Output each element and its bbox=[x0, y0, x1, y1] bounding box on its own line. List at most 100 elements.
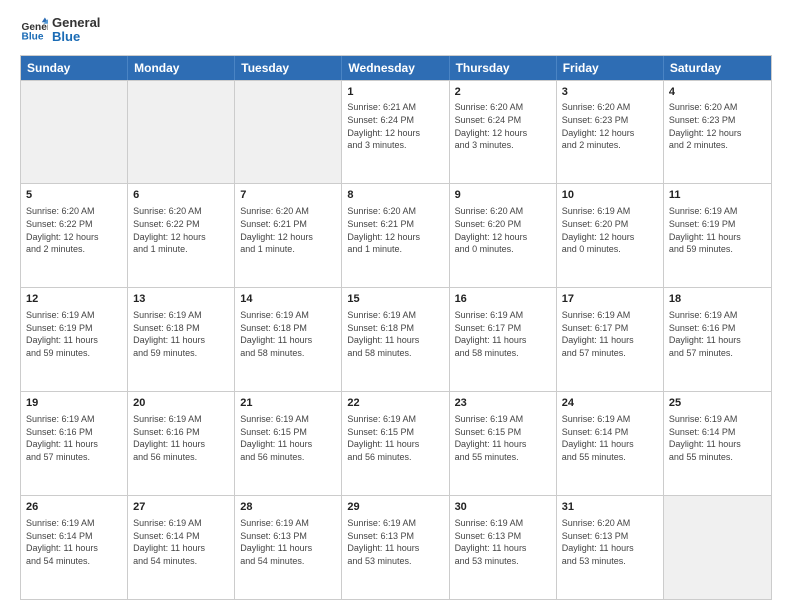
day-number: 11 bbox=[669, 188, 766, 203]
day-cell-21: 21 Sunrise: 6:19 AM Sunset: 6:15 PM Dayli… bbox=[235, 392, 342, 495]
day-info: Sunrise: 6:20 AM Sunset: 6:21 PM Dayligh… bbox=[347, 205, 443, 255]
svg-text:Blue: Blue bbox=[22, 32, 44, 43]
header-day-thursday: Thursday bbox=[450, 56, 557, 80]
empty-cell bbox=[21, 81, 128, 184]
day-info: Sunrise: 6:19 AM Sunset: 6:13 PM Dayligh… bbox=[347, 517, 443, 567]
day-cell-25: 25 Sunrise: 6:19 AM Sunset: 6:14 PM Dayli… bbox=[664, 392, 771, 495]
calendar: SundayMondayTuesdayWednesdayThursdayFrid… bbox=[20, 55, 772, 600]
header-day-sunday: Sunday bbox=[21, 56, 128, 80]
day-info: Sunrise: 6:20 AM Sunset: 6:21 PM Dayligh… bbox=[240, 205, 336, 255]
day-cell-20: 20 Sunrise: 6:19 AM Sunset: 6:16 PM Dayli… bbox=[128, 392, 235, 495]
empty-cell bbox=[235, 81, 342, 184]
day-cell-30: 30Sunrise: 6:19 AM Sunset: 6:13 PM Dayli… bbox=[450, 496, 557, 599]
day-cell-2: 2Sunrise: 6:20 AM Sunset: 6:24 PM Daylig… bbox=[450, 81, 557, 184]
logo-general: General bbox=[52, 16, 100, 30]
day-cell-27: 27Sunrise: 6:19 AM Sunset: 6:14 PM Dayli… bbox=[128, 496, 235, 599]
day-cell-19: 19 Sunrise: 6:19 AM Sunset: 6:16 PM Dayli… bbox=[21, 392, 128, 495]
day-info: Sunrise: 6:19 AM Sunset: 6:17 PM Dayligh… bbox=[562, 309, 658, 359]
day-number: 5 bbox=[26, 188, 122, 203]
day-info: Sunrise: 6:19 AM Sunset: 6:15 PM Dayligh… bbox=[455, 413, 551, 463]
page-header: General Blue General Blue bbox=[20, 16, 772, 45]
day-number: 21 bbox=[240, 396, 336, 411]
day-cell-26: 26 Sunrise: 6:19 AM Sunset: 6:14 PM Dayli… bbox=[21, 496, 128, 599]
header-day-friday: Friday bbox=[557, 56, 664, 80]
day-number: 2 bbox=[455, 85, 551, 100]
day-cell-5: 5 Sunrise: 6:20 AM Sunset: 6:22 PM Daylig… bbox=[21, 184, 128, 287]
day-info: Sunrise: 6:20 AM Sunset: 6:22 PM Dayligh… bbox=[26, 205, 122, 255]
day-number: 13 bbox=[133, 292, 229, 307]
day-cell-13: 13 Sunrise: 6:19 AM Sunset: 6:18 PM Dayli… bbox=[128, 288, 235, 391]
day-cell-23: 23 Sunrise: 6:19 AM Sunset: 6:15 PM Dayli… bbox=[450, 392, 557, 495]
calendar-body: 1Sunrise: 6:21 AM Sunset: 6:24 PM Daylig… bbox=[21, 80, 771, 599]
day-cell-16: 16Sunrise: 6:19 AM Sunset: 6:17 PM Dayli… bbox=[450, 288, 557, 391]
day-number: 6 bbox=[133, 188, 229, 203]
logo: General Blue General Blue bbox=[20, 16, 100, 45]
day-info: Sunrise: 6:19 AM Sunset: 6:15 PM Dayligh… bbox=[240, 413, 336, 463]
day-cell-8: 8 Sunrise: 6:20 AM Sunset: 6:21 PM Daylig… bbox=[342, 184, 449, 287]
day-info: Sunrise: 6:19 AM Sunset: 6:14 PM Dayligh… bbox=[562, 413, 658, 463]
day-info: Sunrise: 6:19 AM Sunset: 6:18 PM Dayligh… bbox=[133, 309, 229, 359]
day-info: Sunrise: 6:19 AM Sunset: 6:14 PM Dayligh… bbox=[26, 517, 122, 567]
day-info: Sunrise: 6:20 AM Sunset: 6:20 PM Dayligh… bbox=[455, 205, 551, 255]
day-cell-18: 18 Sunrise: 6:19 AM Sunset: 6:16 PM Dayli… bbox=[664, 288, 771, 391]
day-info: Sunrise: 6:19 AM Sunset: 6:18 PM Dayligh… bbox=[240, 309, 336, 359]
day-info: Sunrise: 6:20 AM Sunset: 6:22 PM Dayligh… bbox=[133, 205, 229, 255]
day-number: 9 bbox=[455, 188, 551, 203]
day-info: Sunrise: 6:19 AM Sunset: 6:16 PM Dayligh… bbox=[133, 413, 229, 463]
day-info: Sunrise: 6:19 AM Sunset: 6:16 PM Dayligh… bbox=[669, 309, 766, 359]
day-number: 18 bbox=[669, 292, 766, 307]
day-cell-9: 9 Sunrise: 6:20 AM Sunset: 6:20 PM Daylig… bbox=[450, 184, 557, 287]
day-number: 19 bbox=[26, 396, 122, 411]
day-number: 29 bbox=[347, 500, 443, 515]
day-info: Sunrise: 6:20 AM Sunset: 6:13 PM Dayligh… bbox=[562, 517, 658, 567]
empty-cell bbox=[128, 81, 235, 184]
day-cell-24: 24 Sunrise: 6:19 AM Sunset: 6:14 PM Dayli… bbox=[557, 392, 664, 495]
day-number: 4 bbox=[669, 85, 766, 100]
logo-icon: General Blue bbox=[20, 16, 48, 44]
day-info: Sunrise: 6:20 AM Sunset: 6:23 PM Dayligh… bbox=[669, 101, 766, 151]
day-cell-14: 14 Sunrise: 6:19 AM Sunset: 6:18 PM Dayli… bbox=[235, 288, 342, 391]
day-number: 1 bbox=[347, 85, 443, 100]
day-number: 12 bbox=[26, 292, 122, 307]
day-number: 26 bbox=[26, 500, 122, 515]
day-info: Sunrise: 6:19 AM Sunset: 6:15 PM Dayligh… bbox=[347, 413, 443, 463]
header-day-tuesday: Tuesday bbox=[235, 56, 342, 80]
day-number: 23 bbox=[455, 396, 551, 411]
day-cell-4: 4Sunrise: 6:20 AM Sunset: 6:23 PM Daylig… bbox=[664, 81, 771, 184]
header-day-monday: Monday bbox=[128, 56, 235, 80]
day-number: 3 bbox=[562, 85, 658, 100]
day-number: 14 bbox=[240, 292, 336, 307]
day-info: Sunrise: 6:19 AM Sunset: 6:14 PM Dayligh… bbox=[669, 413, 766, 463]
logo-blue: Blue bbox=[52, 30, 100, 44]
day-cell-15: 15Sunrise: 6:19 AM Sunset: 6:18 PM Dayli… bbox=[342, 288, 449, 391]
day-cell-12: 12 Sunrise: 6:19 AM Sunset: 6:19 PM Dayli… bbox=[21, 288, 128, 391]
day-info: Sunrise: 6:19 AM Sunset: 6:16 PM Dayligh… bbox=[26, 413, 122, 463]
day-number: 24 bbox=[562, 396, 658, 411]
header-day-wednesday: Wednesday bbox=[342, 56, 449, 80]
day-number: 25 bbox=[669, 396, 766, 411]
day-info: Sunrise: 6:19 AM Sunset: 6:19 PM Dayligh… bbox=[26, 309, 122, 359]
day-number: 22 bbox=[347, 396, 443, 411]
day-info: Sunrise: 6:19 AM Sunset: 6:13 PM Dayligh… bbox=[455, 517, 551, 567]
day-info: Sunrise: 6:20 AM Sunset: 6:23 PM Dayligh… bbox=[562, 101, 658, 151]
day-number: 15 bbox=[347, 292, 443, 307]
day-info: Sunrise: 6:19 AM Sunset: 6:20 PM Dayligh… bbox=[562, 205, 658, 255]
calendar-row-4: 19 Sunrise: 6:19 AM Sunset: 6:16 PM Dayli… bbox=[21, 391, 771, 495]
calendar-row-1: 1Sunrise: 6:21 AM Sunset: 6:24 PM Daylig… bbox=[21, 80, 771, 184]
day-info: Sunrise: 6:20 AM Sunset: 6:24 PM Dayligh… bbox=[455, 101, 551, 151]
day-cell-11: 11Sunrise: 6:19 AM Sunset: 6:19 PM Dayli… bbox=[664, 184, 771, 287]
day-info: Sunrise: 6:21 AM Sunset: 6:24 PM Dayligh… bbox=[347, 101, 443, 151]
day-number: 20 bbox=[133, 396, 229, 411]
day-info: Sunrise: 6:19 AM Sunset: 6:13 PM Dayligh… bbox=[240, 517, 336, 567]
day-cell-10: 10Sunrise: 6:19 AM Sunset: 6:20 PM Dayli… bbox=[557, 184, 664, 287]
day-cell-22: 22 Sunrise: 6:19 AM Sunset: 6:15 PM Dayli… bbox=[342, 392, 449, 495]
day-number: 27 bbox=[133, 500, 229, 515]
calendar-row-2: 5 Sunrise: 6:20 AM Sunset: 6:22 PM Daylig… bbox=[21, 183, 771, 287]
day-number: 7 bbox=[240, 188, 336, 203]
day-cell-28: 28Sunrise: 6:19 AM Sunset: 6:13 PM Dayli… bbox=[235, 496, 342, 599]
day-cell-6: 6 Sunrise: 6:20 AM Sunset: 6:22 PM Daylig… bbox=[128, 184, 235, 287]
day-number: 8 bbox=[347, 188, 443, 203]
day-cell-3: 3Sunrise: 6:20 AM Sunset: 6:23 PM Daylig… bbox=[557, 81, 664, 184]
day-number: 17 bbox=[562, 292, 658, 307]
day-number: 16 bbox=[455, 292, 551, 307]
